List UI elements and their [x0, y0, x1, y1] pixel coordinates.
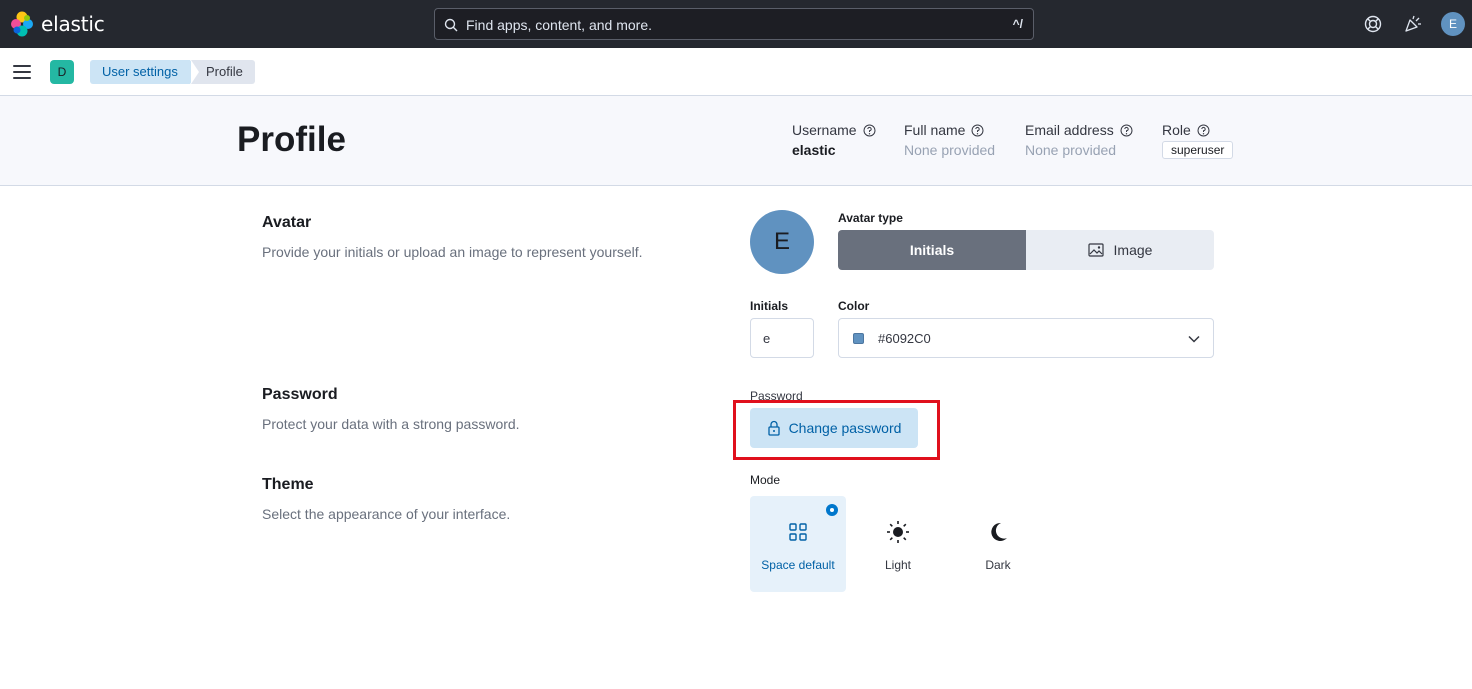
username-label: Username	[792, 122, 857, 138]
menu-toggle-icon[interactable]	[13, 65, 31, 79]
space-selector[interactable]: D	[50, 60, 74, 84]
role-badge: superuser	[1162, 141, 1234, 159]
search-placeholder: Find apps, content, and more.	[466, 17, 652, 33]
page-header	[0, 96, 1472, 186]
color-picker-select[interactable]: #6092C0	[838, 318, 1214, 358]
theme-section-description: Select the appearance of your interface.	[262, 506, 511, 522]
avatar-section-title: Avatar	[262, 214, 312, 231]
user-avatar[interactable]: E	[1441, 12, 1465, 36]
page-title: Profile	[237, 120, 346, 159]
elastic-logo[interactable]: elastic	[10, 11, 105, 37]
newsfeed-icon[interactable]	[1402, 13, 1424, 35]
sun-icon	[887, 521, 909, 543]
chevron-down-icon	[1188, 335, 1200, 343]
mode-space-default[interactable]: Space default	[750, 496, 846, 592]
selected-radio-icon	[826, 504, 838, 516]
fullname-label: Full name	[904, 122, 966, 138]
role-label: Role	[1162, 122, 1191, 138]
email-label: Email address	[1025, 122, 1114, 138]
breadcrumb-user-settings[interactable]: User settings	[90, 60, 198, 84]
avatar-preview: E	[750, 210, 814, 274]
color-label: Color	[838, 299, 870, 313]
help-icon[interactable]	[1362, 13, 1384, 35]
initials-label: Initials	[750, 299, 789, 313]
avatar-type-toggle: Initials Image	[838, 230, 1214, 270]
color-swatch	[853, 333, 864, 344]
logo-text: elastic	[41, 12, 105, 36]
question-icon[interactable]	[1197, 124, 1210, 137]
search-icon	[444, 18, 458, 32]
elastic-logo-icon	[11, 11, 33, 37]
global-search-input[interactable]: Find apps, content, and more. ^/	[434, 8, 1034, 40]
username-meta: Username elastic	[792, 122, 876, 158]
initials-option-label: Initials	[909, 242, 955, 258]
avatar-type-image-button[interactable]: Image	[1026, 230, 1214, 270]
search-shortcut-hint: ^/	[1012, 17, 1023, 31]
username-value: elastic	[792, 142, 836, 158]
avatar-type-label: Avatar type	[838, 211, 903, 225]
avatar-section-description: Provide your initials or upload an image…	[262, 244, 643, 260]
initials-input[interactable]: e	[750, 318, 814, 358]
role-meta: Role superuser	[1162, 122, 1234, 159]
question-icon[interactable]	[863, 124, 876, 137]
color-value: #6092C0	[878, 331, 931, 346]
highlight-box	[733, 400, 940, 460]
mode-dark[interactable]: Dark	[950, 496, 1046, 592]
email-meta: Email address None provided	[1025, 122, 1133, 158]
question-icon[interactable]	[1120, 124, 1133, 137]
password-section-description: Protect your data with a strong password…	[262, 416, 520, 432]
mode-light[interactable]: Light	[850, 496, 946, 592]
password-section-title: Password	[262, 386, 338, 403]
breadcrumb-profile: Profile	[191, 60, 255, 84]
fullname-value: None provided	[904, 142, 996, 158]
mode-label: Mode	[750, 473, 781, 487]
email-value: None provided	[1025, 142, 1117, 158]
image-icon	[1087, 243, 1104, 257]
moon-icon	[991, 522, 1007, 541]
grid-icon	[789, 523, 807, 541]
avatar-type-initials-button[interactable]: Initials	[838, 230, 1026, 270]
question-icon[interactable]	[971, 124, 984, 137]
mode-space-default-label: Space default	[761, 558, 835, 572]
image-option-label: Image	[1113, 242, 1153, 258]
mode-dark-label: Dark	[985, 558, 1011, 572]
mode-light-label: Light	[884, 558, 912, 572]
fullname-meta: Full name None provided	[904, 122, 995, 158]
theme-section-title: Theme	[262, 476, 314, 493]
global-header: elastic Find apps, content, and more. ^/…	[0, 0, 1472, 48]
